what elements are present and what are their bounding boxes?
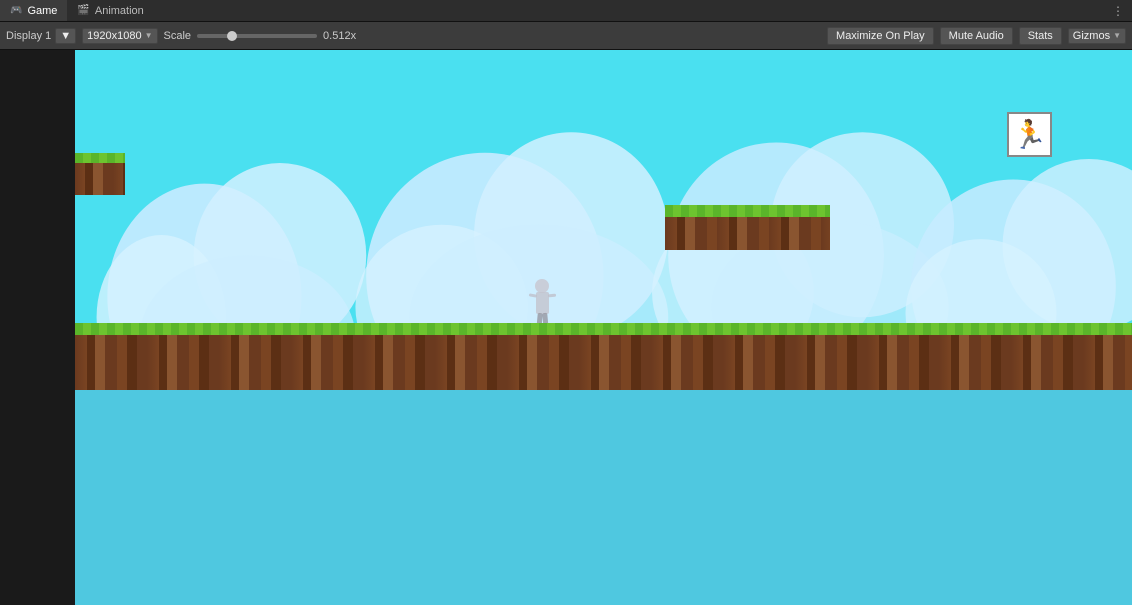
ground-section <box>75 323 1132 390</box>
display-dropdown-arrow: ▼ <box>60 30 71 42</box>
platform-dirt <box>665 217 830 250</box>
grass-strip <box>75 323 1132 335</box>
game-viewport: 🏃 <box>0 50 1132 605</box>
character-thumbnail: 🏃 <box>1007 112 1052 157</box>
display-label: Display 1 <box>6 30 51 42</box>
scale-slider-thumb[interactable] <box>227 31 237 41</box>
game-toolbar: Display 1 ▼ 1920x1080 ▼ Scale 0.512x Max… <box>0 22 1132 50</box>
gizmos-arrow: ▼ <box>1113 31 1121 40</box>
scale-value: 0.512x <box>323 30 356 42</box>
tab-game-label: Game <box>27 5 57 17</box>
tab-animation[interactable]: 🎬 Animation <box>67 0 153 21</box>
more-icon: ⋮ <box>1112 4 1124 18</box>
tab-animation-label: Animation <box>95 5 144 17</box>
tab-game[interactable]: 🎮 Game <box>0 0 67 21</box>
resolution-dropdown[interactable]: 1920x1080 ▼ <box>82 28 157 44</box>
maximize-on-play-button[interactable]: Maximize On Play <box>827 27 934 45</box>
display-dropdown[interactable]: ▼ <box>55 28 76 44</box>
display-group: Display 1 ▼ <box>6 28 76 44</box>
resolution-value: 1920x1080 <box>87 30 141 42</box>
game-icon: 🎮 <box>10 5 22 16</box>
mute-audio-button[interactable]: Mute Audio <box>940 27 1013 45</box>
platform-small-left <box>75 153 125 195</box>
platform-grass <box>665 205 830 217</box>
platform-small-dirt <box>75 163 125 195</box>
gizmos-label: Gizmos <box>1073 30 1110 42</box>
more-menu-button[interactable]: ⋮ <box>1104 4 1132 18</box>
gizmos-dropdown[interactable]: Gizmos ▼ <box>1068 28 1126 44</box>
stats-button[interactable]: Stats <box>1019 27 1062 45</box>
water-section <box>75 390 1132 605</box>
left-border <box>0 50 75 605</box>
resolution-arrow: ▼ <box>145 31 153 40</box>
tab-bar: 🎮 Game 🎬 Animation ⋮ <box>0 0 1132 22</box>
animation-icon: 🎬 <box>77 5 89 16</box>
dirt-strip <box>75 335 1132 390</box>
character-thumbnail-icon: 🏃 <box>1012 118 1047 151</box>
scale-label: Scale <box>164 30 192 42</box>
scale-group: Scale 0.512x <box>164 30 357 42</box>
platform-center-right <box>665 205 830 250</box>
platform-small-grass <box>75 153 125 163</box>
scale-slider[interactable] <box>197 34 317 38</box>
